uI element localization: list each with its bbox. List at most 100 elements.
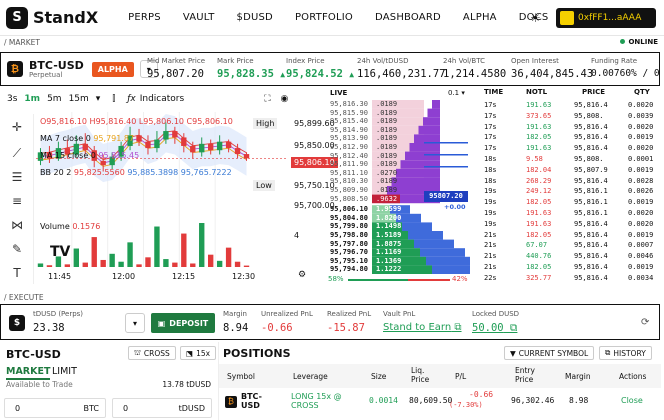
trade-price: 95,816.4 (574, 252, 608, 261)
candle-body (181, 137, 187, 146)
interval-1m[interactable]: 1m (24, 94, 40, 104)
trade-notional: 191.63 (526, 101, 552, 109)
tab-market[interactable]: MARKET (6, 366, 51, 380)
interval-15m[interactable]: 15m (69, 94, 89, 104)
orderbook-ask-row[interactable]: 95,815.40 .0189 (326, 117, 426, 125)
usd-input[interactable]: 0 tDUSD (112, 398, 212, 418)
trade-qty: 0.0001 (628, 155, 654, 163)
trade-price: 95,816.1 (574, 198, 608, 207)
chart-settings-icon[interactable]: ⚙ (298, 270, 306, 280)
bid-price: 95,799.80 (330, 222, 368, 231)
orderbook-bid-row[interactable]: 95,804.80 1.8200 (326, 214, 426, 222)
wallet-button[interactable]: 0xfFF1...aAAA (556, 8, 656, 28)
ask-size: .0189 (376, 125, 398, 134)
trade-price: 95,808. (574, 155, 604, 163)
orderbook-ask-row[interactable]: 95,816.30 .0189 (326, 100, 426, 108)
trade-time: 19s (484, 187, 497, 196)
orderbook-bid-row[interactable]: 95,797.80 1.8875 (326, 240, 426, 248)
trade-price: 95,816.4 (574, 101, 608, 109)
orderbook-bid-row[interactable]: 95,796.70 1.1169 (326, 248, 426, 256)
volume-bar (82, 262, 88, 267)
price-chart[interactable]: O95,816.10 H95,816.40 L95,806.10 C95,806… (36, 112, 338, 284)
trade-price: 95,816.4 (574, 176, 608, 185)
orderbook-ask-row[interactable]: 95,811.10 .0270 (326, 169, 426, 177)
tab-limit[interactable]: LIMIT (52, 366, 77, 377)
deposit-button[interactable]: ▣ DEPOSIT (151, 313, 215, 333)
refresh-icon[interactable]: ⟳ (641, 317, 649, 328)
candle-style-icon[interactable]: ⫿ (112, 94, 115, 104)
camera-icon[interactable]: ◉ (281, 94, 289, 104)
stat-label: Mark Price (217, 57, 254, 65)
theme-toggle-sun-icon[interactable]: ☀ (530, 11, 544, 25)
spread-value: +0.00 (444, 203, 466, 211)
market-symbol[interactable]: BTC-USD Perpetual (29, 60, 84, 79)
rpnl-value: -15.87 (327, 322, 365, 334)
crosshair-icon[interactable]: ✛ (9, 120, 25, 136)
asset-select-chevron-icon[interactable]: ▾ (125, 313, 145, 333)
nav-item-perps[interactable]: PERPS (128, 12, 161, 23)
market-header: ₿ BTC-USD Perpetual ALPHA ▾ Mid Market P… (0, 52, 660, 86)
trade-row: 22s 325.77 95,816.4 0.0034 (476, 274, 660, 284)
orderbook-bid-row[interactable]: 95,794.80 1.1222 (326, 265, 426, 273)
orderbook-ask-row[interactable]: 95,815.90 .0189 (326, 109, 426, 117)
qty-input[interactable]: 0 BTC (4, 398, 106, 418)
orderbook-ask-row[interactable]: 95,809.90 .0189 (326, 186, 426, 194)
stat-label: 24h Vol/BTC (443, 57, 485, 65)
trade-qty: 0.0020 (628, 101, 654, 109)
orderbook-ask-row[interactable]: 95,810.30 .0189 (326, 177, 426, 185)
candle-body (100, 160, 106, 166)
available-label: Available to Trade (6, 380, 73, 389)
x-tick: 12:00 (112, 272, 136, 281)
orderbook-ask-row[interactable]: 95,811.90 .0189 (326, 160, 426, 168)
close-position-button[interactable]: Close (621, 396, 643, 405)
orderbook-step-select[interactable]: 0.1 ▾ (448, 89, 465, 97)
trade-notional: 249.12 (526, 187, 552, 196)
interval-3s[interactable]: 3s (7, 94, 17, 104)
trade-price: 95,816.1 (574, 187, 608, 196)
interval-dropdown-icon[interactable]: ▾ (96, 94, 101, 104)
trade-qty: 0.0046 (628, 252, 654, 261)
locked-dusd-link[interactable]: 50.00 ⧉ (472, 322, 517, 335)
nav-item-portfolio[interactable]: PORTFOLIO (295, 12, 353, 23)
nav-item-vault[interactable]: VAULT (183, 12, 215, 23)
horizontal-lines-icon[interactable]: ☰ (9, 170, 25, 186)
text-tool-icon[interactable]: T (9, 266, 25, 282)
orderbook-ask-row[interactable]: 95,812.90 .0189 (326, 143, 426, 151)
trade-qty: 0.0019 (628, 263, 654, 271)
stat-label: Mid Market Price (147, 57, 206, 65)
volume-bar (100, 259, 106, 267)
orderbook-ask-row[interactable]: 95,812.40 .0189 (326, 152, 426, 160)
tradingview-logo: TV (50, 244, 71, 260)
stat-index-price: Index Price 95,824.52 ▲ (286, 57, 354, 80)
trend-line-icon[interactable]: ⟋ (9, 146, 25, 162)
brush-icon[interactable]: ✎ (9, 242, 25, 258)
trade-time: 17s (484, 101, 497, 109)
stand-to-earn-link[interactable]: Stand to Earn ⧉ (383, 322, 462, 333)
brand-logo[interactable]: S StandX (6, 6, 98, 29)
orderbook-bid-row[interactable]: 95,806.10 1.9599 (326, 205, 426, 213)
leverage-button[interactable]: ⬔ 15x (180, 346, 217, 360)
orderbook-ask-row[interactable]: 95,808.50 .9632 (326, 195, 426, 203)
indicators-button[interactable]: Indicators (140, 94, 184, 104)
fib-tool-icon[interactable]: ≡ (9, 194, 25, 210)
nav-item-dusd[interactable]: $DUSD (237, 12, 273, 23)
chart-toolbar: 3s 1m 5m 15m ▾ ⫿ ƒx Indicators ⛶ ◉ (0, 89, 325, 109)
volume-legend: Volume 0.1576 (40, 222, 100, 231)
orderbook-ask-row[interactable]: 95,814.90 .0189 (326, 126, 426, 134)
pattern-tool-icon[interactable]: ⋈ (9, 218, 25, 234)
orderbook-bid-row[interactable]: 95,799.80 1.1498 (326, 222, 426, 230)
interval-5m[interactable]: 5m (47, 94, 62, 104)
history-button[interactable]: ⧉ HISTORY (599, 346, 652, 360)
orderbook-bid-row[interactable]: 95,798.80 1.5189 (326, 231, 426, 239)
volume-bar (73, 248, 79, 267)
fullscreen-icon[interactable]: ⛶ (264, 94, 270, 104)
current-symbol-filter[interactable]: ▼ CURRENT SYMBOL (504, 346, 595, 360)
nav-item-alpha[interactable]: ALPHA (463, 12, 497, 23)
orderbook-bid-row[interactable]: 95,795.10 1.1369 (326, 257, 426, 265)
nav-item-dashboard[interactable]: DASHBOARD (375, 12, 441, 23)
trade-time: 21s (484, 230, 497, 239)
x-tick: 11:45 (48, 272, 72, 281)
indicators-icon[interactable]: ƒx (127, 94, 136, 104)
orderbook-ask-row[interactable]: 95,813.90 .0189 (326, 134, 426, 142)
margin-mode-button[interactable]: ⛫ CROSS (128, 346, 176, 360)
